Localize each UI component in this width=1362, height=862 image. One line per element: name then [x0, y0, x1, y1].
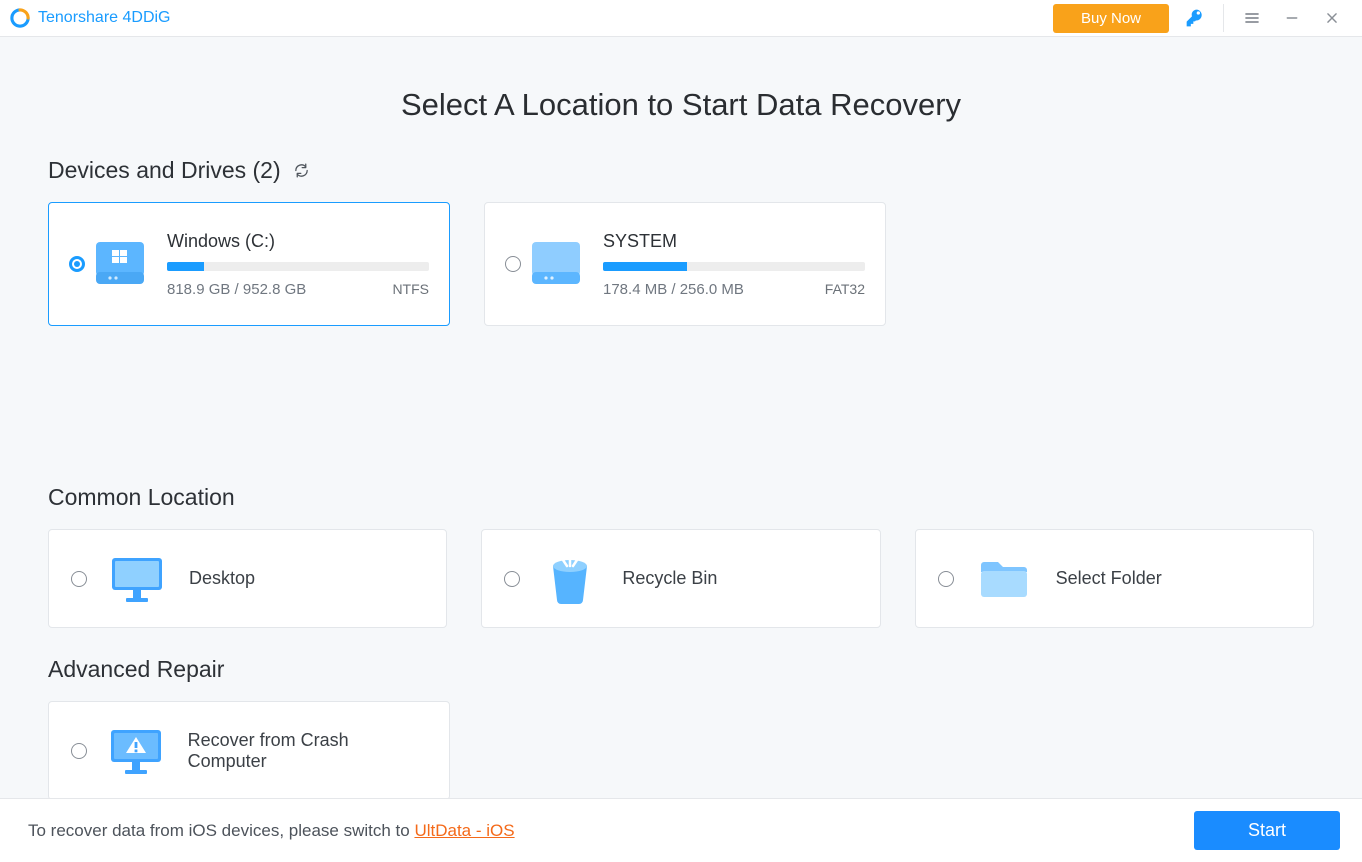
radio-icon[interactable] — [71, 743, 87, 759]
radio-icon[interactable] — [505, 256, 521, 272]
location-desktop[interactable]: Desktop — [48, 529, 447, 628]
drive-card-system[interactable]: SYSTEM 178.4 MB / 256.0 MB FAT32 — [484, 202, 886, 326]
radio-icon[interactable] — [938, 571, 954, 587]
desktop-icon — [107, 550, 167, 608]
close-icon[interactable] — [1312, 3, 1352, 33]
devices-section-title: Devices and Drives (2) — [48, 157, 1314, 184]
location-recycle-bin[interactable]: Recycle Bin — [481, 529, 880, 628]
footer: To recover data from iOS devices, please… — [0, 798, 1362, 862]
common-row: Desktop Recycle Bin — [48, 529, 1314, 628]
footer-message: To recover data from iOS devices, please… — [28, 821, 515, 841]
location-label: Desktop — [189, 568, 255, 589]
menu-icon[interactable] — [1232, 3, 1272, 33]
drive-usage-text: 178.4 MB / 256.0 MB — [603, 281, 744, 298]
footer-link-ultdata[interactable]: UltData - iOS — [414, 821, 514, 840]
brand: Tenorshare 4DDiG — [10, 8, 1053, 28]
common-section-title: Common Location — [48, 484, 1314, 511]
radio-icon[interactable] — [504, 571, 520, 587]
titlebar: Tenorshare 4DDiG Buy Now — [0, 0, 1362, 37]
drive-card-c[interactable]: Windows (C:) 818.9 GB / 952.8 GB NTFS — [48, 202, 450, 326]
folder-icon — [974, 550, 1034, 608]
drive-usage-bar — [167, 262, 429, 271]
advanced-label: Recover from Crash Computer — [188, 730, 427, 772]
advanced-crash-recover[interactable]: Recover from Crash Computer — [48, 701, 450, 800]
recycle-bin-icon — [540, 550, 600, 608]
titlebar-right: Buy Now — [1053, 3, 1352, 33]
drive-name: SYSTEM — [603, 231, 869, 252]
location-label: Select Folder — [1056, 568, 1162, 589]
app-title: Tenorshare 4DDiG — [38, 9, 171, 27]
crash-computer-icon — [107, 722, 166, 780]
refresh-icon[interactable] — [293, 162, 311, 180]
advanced-section-title: Advanced Repair — [48, 656, 1314, 683]
start-button[interactable]: Start — [1194, 811, 1340, 850]
separator — [1223, 4, 1224, 32]
drive-usage-bar — [603, 262, 865, 271]
disk-icon — [527, 235, 585, 293]
location-label: Recycle Bin — [622, 568, 717, 589]
main-content: Select A Location to Start Data Recovery… — [0, 37, 1362, 800]
advanced-row: Recover from Crash Computer — [48, 701, 1314, 800]
app-logo-icon — [10, 8, 30, 28]
drive-usage-text: 818.9 GB / 952.8 GB — [167, 281, 306, 298]
drives-row: Windows (C:) 818.9 GB / 952.8 GB NTFS — [48, 202, 1314, 326]
buy-now-button[interactable]: Buy Now — [1053, 4, 1169, 33]
footer-msg-prefix: To recover data from iOS devices, please… — [28, 821, 414, 840]
windows-disk-icon — [91, 235, 149, 293]
radio-icon[interactable] — [71, 571, 87, 587]
page-title: Select A Location to Start Data Recovery — [48, 87, 1314, 123]
drive-fs: NTFS — [392, 281, 429, 298]
devices-title-text: Devices and Drives (2) — [48, 157, 281, 184]
drive-name: Windows (C:) — [167, 231, 433, 252]
minimize-icon[interactable] — [1272, 3, 1312, 33]
radio-selected-icon[interactable] — [69, 256, 85, 272]
drive-fs: FAT32 — [825, 281, 865, 298]
key-icon[interactable] — [1175, 3, 1215, 33]
location-select-folder[interactable]: Select Folder — [915, 529, 1314, 628]
